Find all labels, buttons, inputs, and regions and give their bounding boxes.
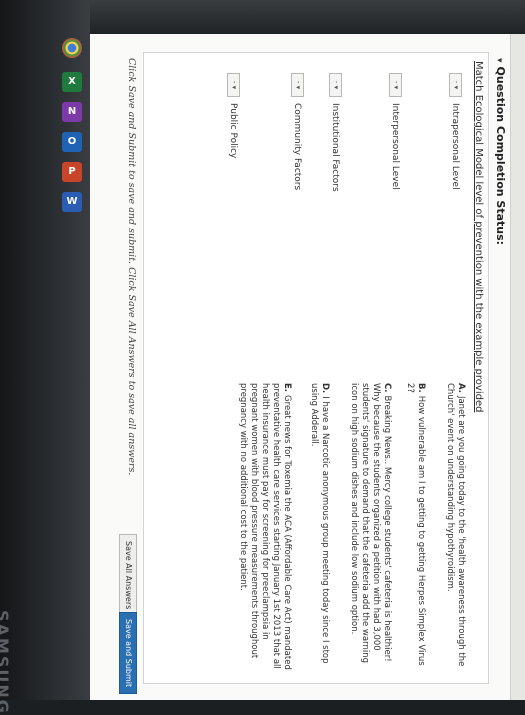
save-and-submit-button[interactable]: Save and Submit (119, 612, 137, 695)
onenote-icon[interactable]: N (62, 102, 82, 122)
collapse-arrow-icon[interactable]: ▾ (494, 58, 504, 63)
taskbar: X N O P W SAMSUNG (0, 0, 90, 715)
answer-select[interactable]: - ▾ (449, 73, 462, 97)
answer-option-d: D.I have a Narcotic anonymous group meet… (309, 383, 330, 664)
powerpoint-icon[interactable]: P (62, 162, 82, 182)
samsung-logo: SAMSUNG (0, 610, 12, 715)
chrome-icon[interactable] (62, 38, 82, 58)
rotated-page: ▾Question Completion Status: Match Ecolo… (90, 34, 525, 700)
answer-option-c: C.Breaking News.. Mercy college students… (349, 383, 392, 663)
answer-option-b: B.How vulnerable am I to getting to gett… (405, 383, 426, 666)
word-icon[interactable]: W (62, 192, 82, 212)
answer-option-e: E.Great news for Toxemia the ACA (Afford… (238, 383, 292, 670)
header-strip (510, 34, 525, 700)
excel-icon[interactable]: X (62, 72, 82, 92)
match-row-interpersonal: - ▾Interpersonal Level (388, 73, 402, 190)
match-row-community: - ▾Community Factors (290, 73, 304, 190)
answer-option-a: A.Janet are you going today to the 'heal… (445, 383, 466, 667)
question-instruction: Match Ecological Model level of preventi… (473, 61, 484, 413)
save-all-answers-button[interactable]: Save All Answers (119, 534, 137, 617)
match-row-intrapersonal: - ▾Intrapersonal Level (448, 73, 462, 190)
answer-select[interactable]: - ▾ (227, 73, 240, 97)
answer-select[interactable]: - ▾ (389, 73, 402, 97)
page-title: ▾Question Completion Status: (494, 58, 507, 246)
question-box: Match Ecological Model level of preventi… (143, 52, 489, 684)
match-row-public-policy: - ▾Public Policy (226, 73, 240, 158)
screen: ▾Question Completion Status: Match Ecolo… (90, 34, 525, 700)
assessment-page: ▾Question Completion Status: Match Ecolo… (90, 34, 525, 700)
match-row-institutional: - ▾Institutional Factors (328, 73, 342, 192)
answer-select[interactable]: - ▾ (329, 73, 342, 97)
answer-select[interactable]: - ▾ (291, 73, 304, 97)
outlook-icon[interactable]: O (62, 132, 82, 152)
submit-instructions: Click Save and Submit to save and submit… (126, 58, 137, 476)
